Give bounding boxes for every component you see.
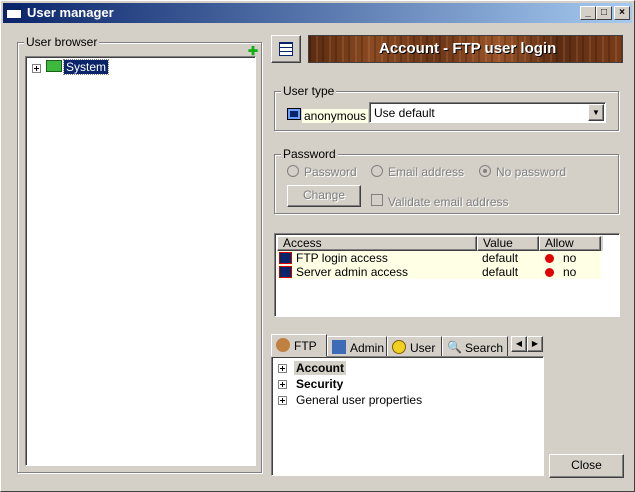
row-access-name: Server admin access <box>296 265 409 279</box>
close-window-button[interactable]: × <box>614 6 630 20</box>
close-button[interactable]: Close <box>549 454 624 478</box>
user-name-label: anonymous <box>302 109 369 123</box>
access-row-icon <box>279 252 292 264</box>
view-list-button[interactable] <box>271 35 301 63</box>
row-allow: no <box>563 265 577 279</box>
no-password-radio-label: No password <box>496 165 567 179</box>
deny-dot-icon <box>545 254 554 263</box>
column-header-value[interactable]: Value <box>477 236 539 251</box>
chevron-down-icon[interactable]: ▼ <box>588 104 604 121</box>
account-expand-icon[interactable] <box>278 364 287 373</box>
tab-ftp[interactable]: FTP <box>271 334 327 357</box>
tree-node-system[interactable]: System <box>62 59 110 75</box>
banner-title: Account - FTP user login <box>379 40 557 57</box>
row-access-name: FTP login access <box>296 251 388 265</box>
search-icon: 🔍 <box>447 340 462 354</box>
user-browser-label: User browser <box>24 35 100 49</box>
tab-admin[interactable]: Admin <box>327 336 387 357</box>
access-table[interactable]: Access Value Allow FTP login access defa… <box>274 233 620 317</box>
tab-scroll-left-button[interactable]: ◀ <box>511 336 527 352</box>
user-tree[interactable]: System <box>25 56 256 466</box>
table-row[interactable]: FTP login access default no <box>277 251 601 265</box>
validate-email-checkbox[interactable] <box>371 194 383 206</box>
user-tab-icon <box>392 340 406 354</box>
title-bar[interactable]: User manager _ □ × <box>3 3 632 23</box>
maximize-button[interactable]: □ <box>596 6 612 20</box>
email-address-radio-label: Email address <box>388 165 465 179</box>
column-header-access[interactable]: Access <box>277 236 477 251</box>
row-value: default <box>482 265 519 279</box>
password-radio[interactable] <box>287 165 299 177</box>
no-password-radio[interactable] <box>479 165 491 177</box>
email-address-radio[interactable] <box>371 165 383 177</box>
user-monitor-icon <box>287 108 301 120</box>
window-icon <box>6 6 22 19</box>
tree-item-security[interactable]: Security <box>294 377 345 391</box>
list-view-icon <box>279 42 293 56</box>
tab-search[interactable]: 🔍 Search <box>442 336 508 357</box>
section-banner: Account - FTP user login <box>308 35 623 63</box>
tree-item-account[interactable]: Account <box>294 361 346 375</box>
system-expand-icon[interactable] <box>32 64 41 73</box>
validate-email-label: Validate email address <box>388 195 509 209</box>
window-title: User manager <box>27 5 114 20</box>
user-manager-window: User manager _ □ × User browser ✚ System… <box>0 0 635 492</box>
table-row[interactable]: Server admin access default no <box>277 265 601 279</box>
column-header-allow[interactable]: Allow <box>539 236 601 251</box>
access-row-icon <box>279 266 292 278</box>
security-expand-icon[interactable] <box>278 380 287 389</box>
tab-user[interactable]: User <box>387 336 442 357</box>
ftp-settings-tree[interactable]: Account Security General user properties <box>271 356 544 476</box>
password-label: Password <box>281 147 338 161</box>
add-user-icon[interactable]: ✚ <box>248 45 258 57</box>
tab-scroll-right-button[interactable]: ▶ <box>527 336 543 352</box>
user-type-select[interactable]: Use default ▼ <box>369 102 606 123</box>
system-node-icon <box>46 60 62 72</box>
general-properties-expand-icon[interactable] <box>278 396 287 405</box>
user-type-select-value: Use default <box>374 106 435 120</box>
change-button[interactable]: Change <box>287 185 361 207</box>
admin-tab-icon <box>332 340 346 354</box>
user-type-label: User type <box>281 84 337 98</box>
tree-item-general-user-properties[interactable]: General user properties <box>294 393 424 407</box>
table-header: Access Value Allow <box>277 236 603 251</box>
deny-dot-icon <box>545 268 554 277</box>
password-radio-label: Password <box>304 165 357 179</box>
ftp-tab-icon <box>276 338 290 352</box>
row-allow: no <box>563 251 577 265</box>
minimize-button[interactable]: _ <box>580 6 596 20</box>
row-value: default <box>482 251 519 265</box>
